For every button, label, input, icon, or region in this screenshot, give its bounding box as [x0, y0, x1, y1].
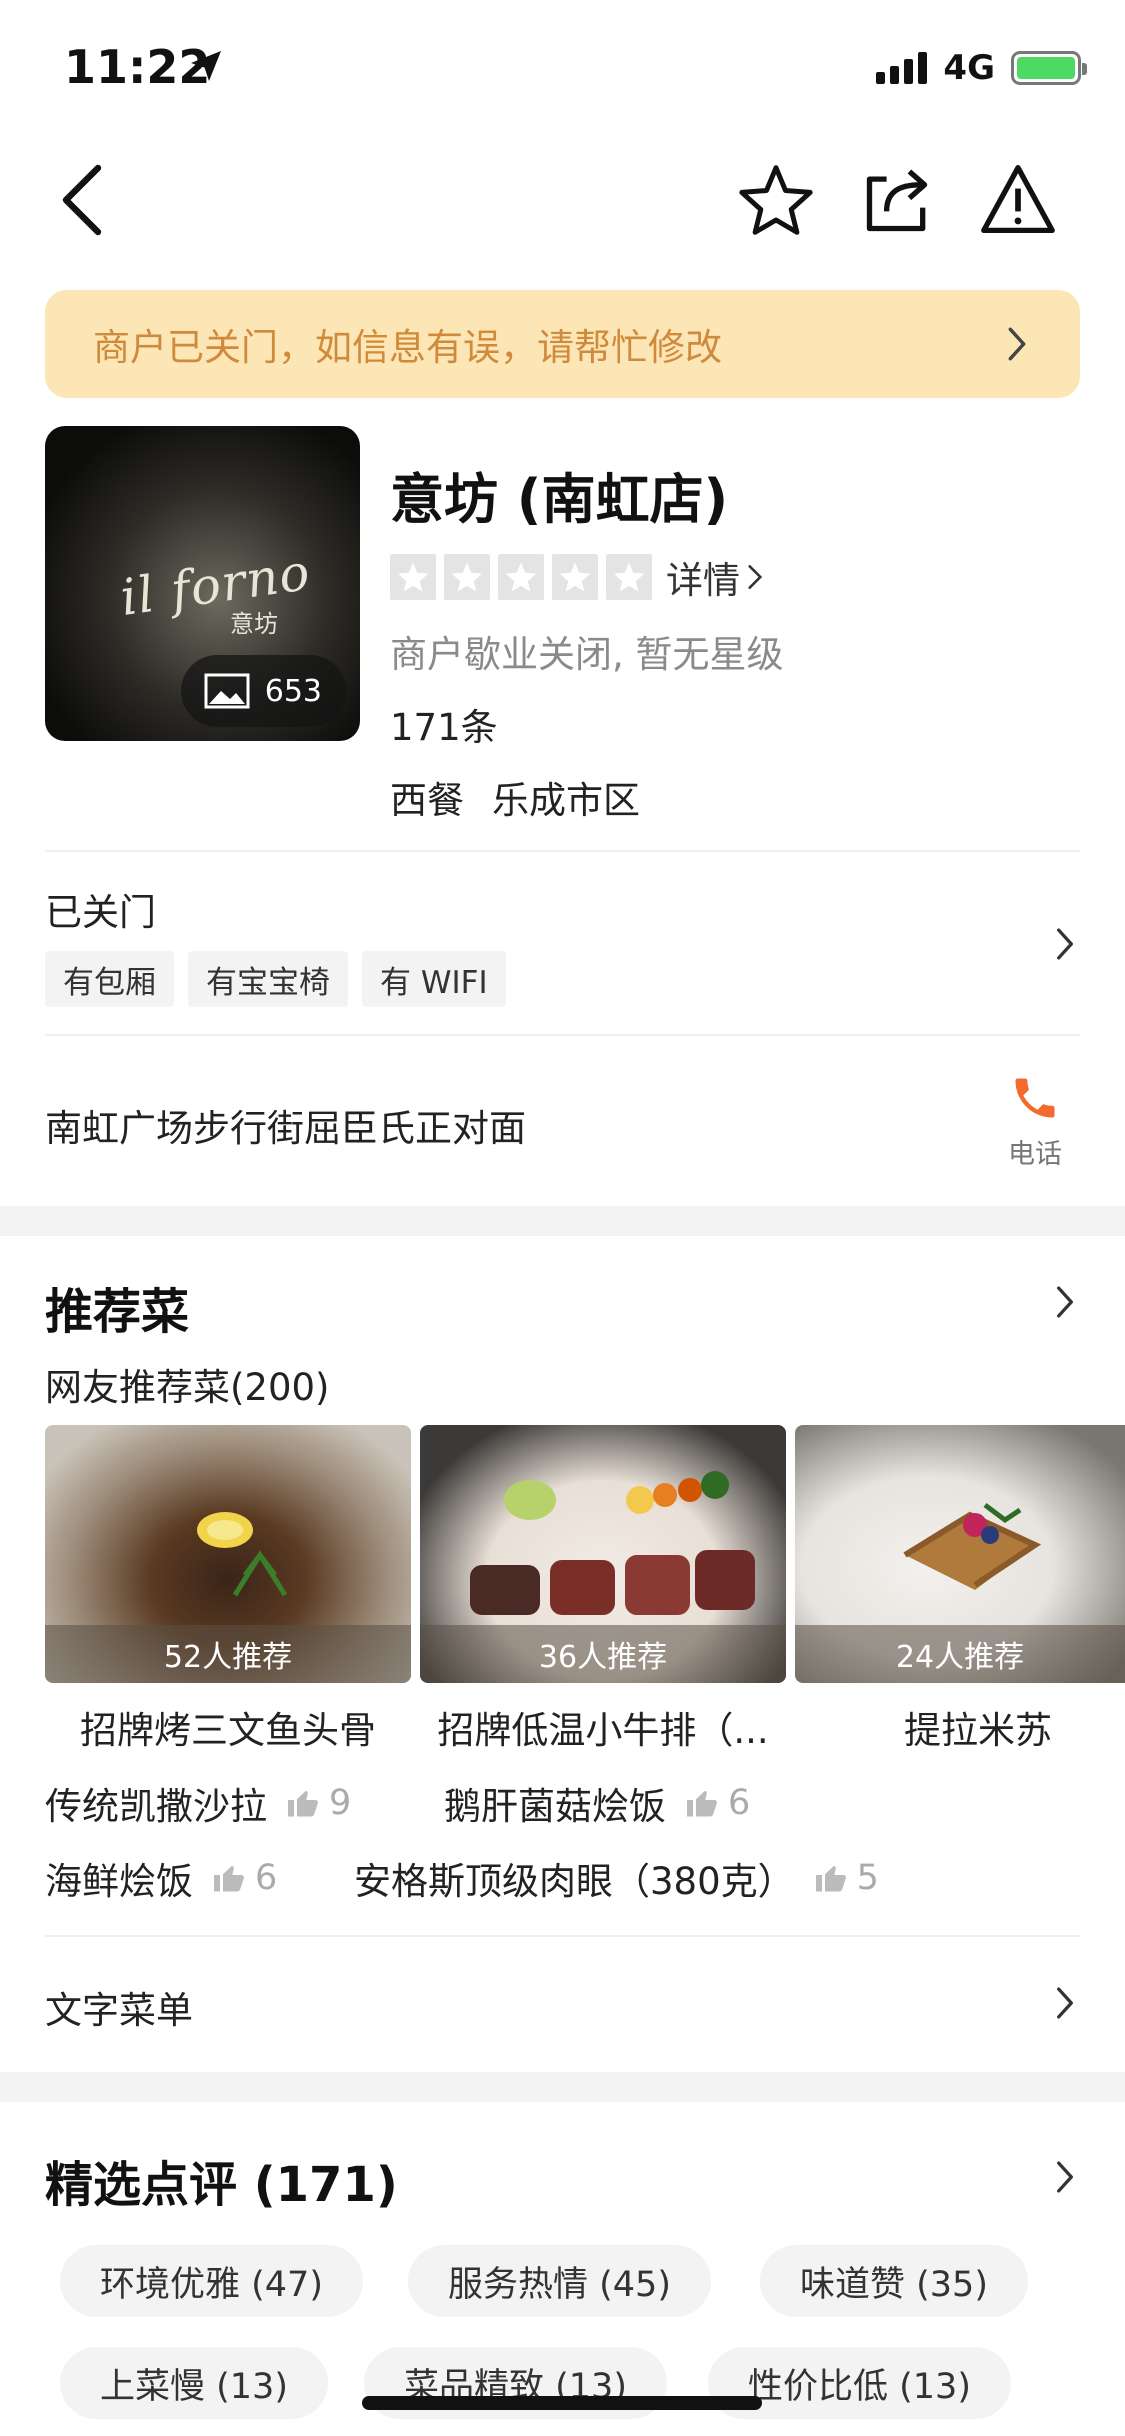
facility-tags: 有包厢 有宝宝椅 有 WIFI	[45, 951, 506, 1007]
battery-icon	[1011, 51, 1087, 85]
facility-tag: 有 WIFI	[362, 951, 506, 1007]
divider	[45, 1034, 1080, 1036]
chevron-right-icon	[748, 565, 763, 589]
hot-dish-item[interactable]: 传统凯撒沙拉 9	[45, 1776, 351, 1830]
review-tag[interactable]: 环境优雅 (47)	[60, 2245, 363, 2317]
dish-card[interactable]: 24人推荐	[795, 1425, 1125, 1683]
share-icon[interactable]	[860, 162, 936, 238]
category-row: 西餐 乐成市区	[390, 770, 640, 824]
dish-card[interactable]: 36人推荐	[420, 1425, 786, 1683]
shop-logo-text: il forno	[116, 543, 314, 627]
star-icon	[552, 554, 598, 600]
shop-category: 西餐	[390, 779, 464, 822]
divider	[45, 1935, 1080, 1937]
hot-dish-name: 海鲜烩饭	[45, 1860, 193, 1903]
rating-detail-link[interactable]: 详情	[666, 550, 766, 604]
star-icon	[606, 554, 652, 600]
text-menu-link[interactable]: 文字菜单	[45, 1980, 193, 2034]
network-type: 4G	[943, 48, 995, 88]
chevron-left-icon[interactable]	[54, 162, 114, 238]
dish-name[interactable]: 招牌烤三文鱼头骨	[45, 1700, 411, 1754]
dish-recommend-badge: 36人推荐	[420, 1625, 786, 1683]
thumbs-up-icon	[214, 1866, 244, 1892]
business-hours: 已关门	[45, 891, 156, 934]
status-indicators: 4G	[876, 48, 1087, 88]
chevron-right-icon[interactable]	[1052, 1984, 1078, 2022]
star-icon	[390, 554, 436, 600]
shop-photo[interactable]: il forno 意坊 653	[45, 426, 360, 741]
hot-dish-likes: 9	[329, 1783, 352, 1823]
home-indicator[interactable]	[362, 2396, 762, 2410]
chevron-right-icon[interactable]	[1052, 1283, 1078, 1321]
review-count: 171条	[390, 706, 498, 749]
warning-icon[interactable]	[980, 162, 1056, 238]
thumbs-up-icon	[288, 1791, 318, 1817]
chevron-right-icon	[1008, 327, 1026, 361]
facility-tag: 有宝宝椅	[188, 951, 348, 1007]
thumbs-up-icon	[815, 1866, 846, 1892]
chevron-right-icon	[1057, 928, 1073, 960]
dish-recommend-badge: 52人推荐	[45, 1625, 411, 1683]
hot-dish-name: 鹅肝菌菇烩饭	[444, 1785, 666, 1828]
review-tag[interactable]: 服务热情 (45)	[408, 2245, 711, 2317]
photo-count: 653	[264, 673, 322, 709]
shop-name: 意坊 (南虹店)	[390, 468, 729, 531]
star-rating[interactable]: 详情	[390, 550, 766, 604]
hot-dish-name: 安格斯顶级肉眼（380克）	[354, 1860, 795, 1903]
shop-address[interactable]: 南虹广场步行街屈臣氏正对面	[45, 1098, 526, 1152]
featured-reviews-title: 精选点评 (171)	[45, 2157, 398, 2213]
star-icon	[444, 554, 490, 600]
hot-dish-likes: 6	[728, 1783, 751, 1823]
dish-recommend-badge: 24人推荐	[795, 1625, 1125, 1683]
shop-logo-subtext: 意坊	[230, 610, 278, 638]
status-bar: 11:22 4G	[0, 0, 1125, 132]
star-icon	[498, 554, 544, 600]
recommended-title: 推荐菜	[45, 1284, 190, 1340]
hot-dish-item[interactable]: 海鲜烩饭 6	[45, 1851, 277, 1905]
image-icon	[204, 673, 250, 709]
section-separator	[0, 2072, 1125, 2102]
divider	[45, 850, 1080, 852]
star-outline-icon[interactable]	[738, 162, 814, 238]
location-arrow-icon	[191, 51, 221, 81]
cellular-signal-icon	[876, 52, 928, 84]
hot-dish-name: 传统凯撒沙拉	[45, 1785, 267, 1828]
closed-notice-banner[interactable]: 商户已关门，如信息有误，请帮忙修改	[45, 290, 1080, 398]
chevron-right-icon[interactable]	[1052, 2158, 1078, 2196]
hot-dish-item[interactable]: 安格斯顶级肉眼（380克） 5	[354, 1851, 879, 1905]
shop-status: 商户歇业关闭, 暂无星级	[390, 633, 784, 676]
phone-icon	[1015, 1078, 1055, 1118]
rating-detail-label: 详情	[666, 559, 740, 602]
dish-name[interactable]: 招牌低温小牛排（...	[420, 1700, 786, 1754]
review-tag[interactable]: 上菜慢 (13)	[60, 2347, 328, 2419]
hot-dish-likes: 5	[856, 1858, 879, 1898]
hot-dish-item[interactable]: 鹅肝菌菇烩饭 6	[444, 1776, 750, 1830]
phone-label: 电话	[1008, 1139, 1062, 1170]
section-separator	[0, 1206, 1125, 1236]
dish-card[interactable]: 52人推荐	[45, 1425, 411, 1683]
phone-button[interactable]: 电话	[1000, 1072, 1070, 1171]
photo-count-badge[interactable]: 653	[180, 655, 346, 727]
shop-area: 乐成市区	[492, 779, 640, 822]
banner-text: 商户已关门，如信息有误，请帮忙修改	[93, 326, 722, 369]
nav-bar	[0, 140, 1125, 260]
facility-tag: 有包厢	[45, 951, 174, 1007]
recommended-subtitle: 网友推荐菜(200)	[45, 1366, 330, 1409]
review-tag[interactable]: 味道赞 (35)	[760, 2245, 1028, 2317]
hot-dish-likes: 6	[255, 1858, 278, 1898]
dish-name[interactable]: 提拉米苏	[795, 1700, 1125, 1754]
thumbs-up-icon	[687, 1791, 717, 1817]
